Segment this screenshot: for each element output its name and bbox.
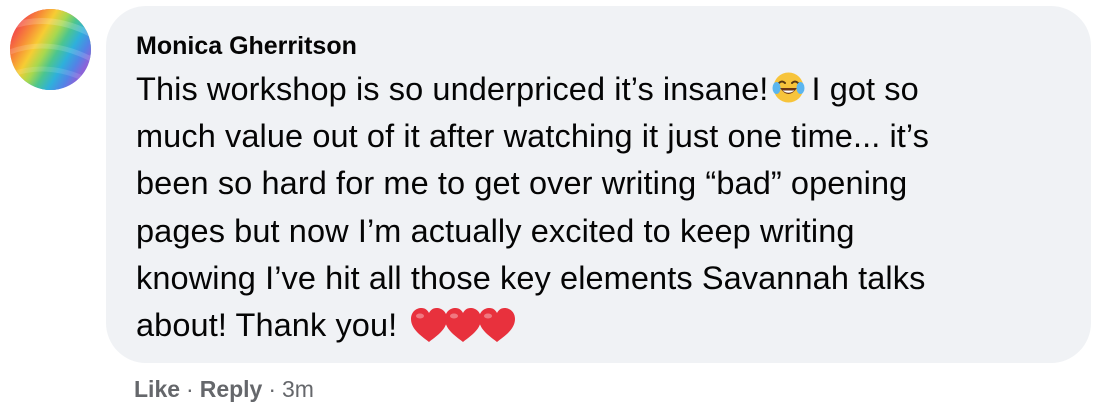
rainbow-avatar-icon [10,9,91,90]
comment: Monica Gherritson This workshop is so un… [0,0,1104,412]
hearts-group [409,307,516,357]
comment-text: This workshop is so underpriced it’s ins… [136,66,1051,357]
comment-bubble: Monica Gherritson This workshop is so un… [106,6,1091,363]
comment-text-line: been so hard for me to get over writing … [136,165,908,202]
separator: · [268,376,277,402]
laughing-crying-emoji-icon [772,70,805,103]
comment-text-line: pages but now I’m actually excited to ke… [136,212,855,249]
comment-text-line: This workshop is so underpriced it’s ins… [136,71,769,107]
comment-text-line: much value out of it after watching it j… [136,118,929,155]
comment-text-line: knowing I’ve hit all those key elements … [136,259,926,296]
comment-text-line: I got so [811,71,919,107]
comment-actions: Like · Reply · 3m [134,374,314,404]
reply-button[interactable]: Reply [200,376,263,402]
comment-text-line: about! Thank you! [136,307,398,344]
separator: · [186,376,194,402]
like-button[interactable]: Like [134,376,180,402]
comment-author[interactable]: Monica Gherritson [136,30,1051,62]
timestamp[interactable]: 3m [282,376,314,402]
avatar[interactable] [10,9,91,90]
red-heart-emoji-icon [477,307,517,344]
